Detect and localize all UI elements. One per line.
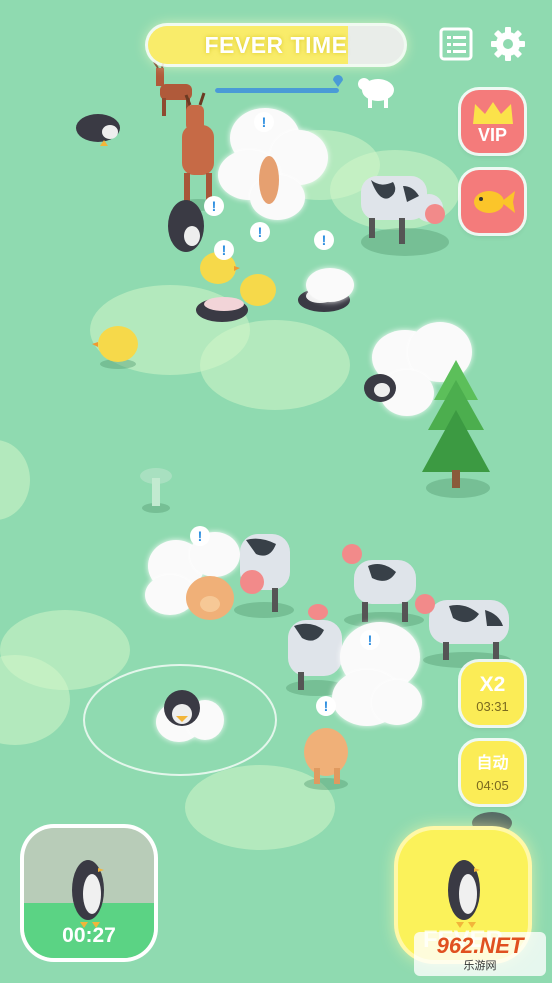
auto-timer: 04:05 bbox=[476, 777, 509, 793]
animal-portrait-card[interactable]: 00:27 bbox=[24, 828, 154, 958]
alert-bubble: ! bbox=[314, 230, 334, 250]
dust-cloud bbox=[306, 268, 354, 302]
vip-button[interactable]: VIP bbox=[461, 90, 524, 153]
chick[interactable] bbox=[236, 270, 280, 310]
alert-bubble: ! bbox=[190, 526, 210, 546]
watermark-subtitle: 乐游网 bbox=[463, 960, 497, 972]
x2-label: X2 bbox=[479, 672, 506, 696]
pig[interactable] bbox=[255, 150, 285, 210]
cow[interactable] bbox=[355, 170, 455, 260]
list-icon[interactable] bbox=[436, 24, 476, 64]
vip-label: VIP bbox=[477, 124, 507, 145]
pine-tree bbox=[422, 360, 490, 498]
alert-bubble: ! bbox=[250, 222, 270, 242]
watermark-logo: 962.NET bbox=[436, 933, 524, 958]
alert-bubble: ! bbox=[204, 196, 224, 216]
auto-label: 自动 bbox=[476, 754, 509, 772]
penguin[interactable] bbox=[74, 106, 124, 150]
alert-bubble: ! bbox=[360, 630, 380, 650]
site-watermark: 962.NET 乐游网 bbox=[414, 932, 546, 976]
auto-button[interactable]: 自动 04:05 bbox=[461, 741, 524, 804]
chick[interactable] bbox=[92, 320, 144, 370]
fever-time-bar: FEVER TIME bbox=[148, 26, 404, 64]
fish-button[interactable] bbox=[461, 170, 524, 233]
fish-icon bbox=[473, 190, 515, 213]
x2-timer: 03:31 bbox=[476, 698, 509, 714]
level-progress-bar bbox=[215, 88, 339, 93]
penguin[interactable] bbox=[158, 688, 208, 732]
dust-cloud bbox=[372, 680, 422, 725]
alert-bubble: ! bbox=[214, 240, 234, 260]
gear-icon[interactable] bbox=[488, 24, 528, 64]
penguin-fever-icon bbox=[448, 860, 480, 928]
portrait-timer: 00:27 bbox=[62, 924, 116, 947]
x2-boost-button[interactable]: X2 03:31 bbox=[461, 662, 524, 725]
sheep-icon bbox=[358, 78, 394, 108]
alert-bubble: ! bbox=[316, 696, 336, 716]
penguin[interactable] bbox=[360, 370, 400, 404]
penguin-portrait bbox=[72, 860, 104, 928]
cow[interactable] bbox=[415, 590, 525, 670]
pig[interactable] bbox=[298, 722, 358, 792]
mushroom bbox=[140, 468, 172, 513]
level-progress-fill bbox=[215, 88, 339, 93]
progress-marker-icon bbox=[333, 75, 343, 87]
crown-icon bbox=[472, 101, 513, 124]
alert-bubble: ! bbox=[254, 112, 274, 132]
fever-time-label: FEVER TIME bbox=[204, 31, 348, 58]
